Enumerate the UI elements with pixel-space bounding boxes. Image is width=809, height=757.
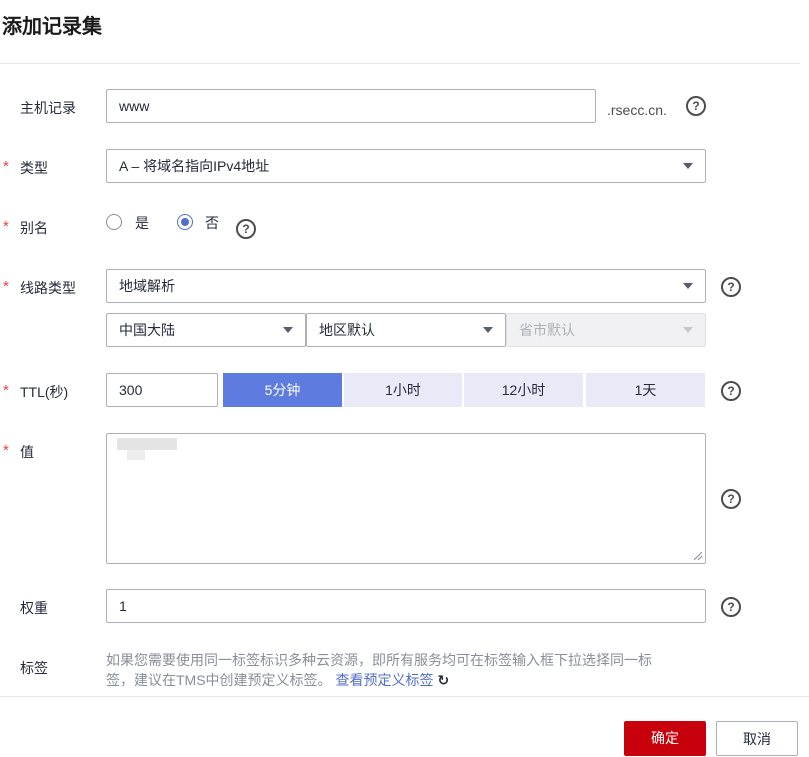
domain-suffix: .rsecc.cn. [607,102,667,118]
redacted-value [127,450,145,460]
required-asterisk-icon: * [3,442,9,459]
required-asterisk-icon: * [3,218,9,235]
area-select[interactable]: 地区默认 [306,313,506,347]
refresh-icon[interactable]: ↻ [437,670,449,690]
alias-no-label[interactable]: 否 [205,213,219,233]
resize-handle-icon[interactable] [694,552,702,560]
cancel-button[interactable]: 取消 [716,721,798,756]
alias-yes-radio[interactable] [106,214,122,230]
tags-description-line2: 签，建议在TMS中创建预定义标签。 查看预定义标签 ↻ [106,670,701,690]
ttl-label: TTL(秒) [20,384,69,400]
host-record-input[interactable]: www [106,89,596,123]
host-record-label: 主机记录 [20,100,76,116]
help-circle-icon[interactable]: ? [721,381,741,401]
tags-description-text: 签，建议在TMS中创建预定义标签。 [106,672,332,688]
alias-yes-label[interactable]: 是 [135,213,149,233]
tags-label: 标签 [20,660,48,676]
view-predefined-tags-link[interactable]: 查看预定义标签 [335,672,433,688]
value-textarea[interactable] [106,433,706,564]
required-asterisk-icon: * [3,158,9,175]
alias-no-radio[interactable] [177,214,193,230]
help-circle-icon[interactable]: ? [236,219,256,239]
line-type-label: 线路类型 [20,280,76,296]
weight-input[interactable]: 1 [106,589,706,623]
ttl-preset-5min[interactable]: 5分钟 [223,373,342,407]
weight-label: 权重 [20,600,48,616]
ttl-preset-12hour[interactable]: 12小时 [464,373,583,407]
record-type-select[interactable]: A – 将域名指向IPv4地址 [106,149,706,183]
help-circle-icon[interactable]: ? [721,597,741,617]
help-circle-icon[interactable]: ? [721,489,741,509]
dialog-title: 添加记录集 [2,16,102,38]
redacted-value [117,438,177,450]
province-select: 省市默认 [506,313,706,347]
alias-label: 别名 [20,220,48,236]
required-asterisk-icon: * [3,382,9,399]
tags-description: 如果您需要使用同一标签标识多种云资源，即所有服务均可在标签输入框下拉选择同一标 … [106,650,701,690]
confirm-button[interactable]: 确定 [624,721,706,756]
help-circle-icon[interactable]: ? [721,277,741,297]
help-circle-icon[interactable]: ? [686,96,706,116]
ttl-input[interactable]: 300 [106,373,218,407]
tags-description-line1: 如果您需要使用同一标签标识多种云资源，即所有服务均可在标签输入框下拉选择同一标 [106,652,652,668]
footer-divider [0,696,809,697]
form-scroll-area[interactable]: 主机记录 www .rsecc.cn. ? * 类型 A – 将域名指向IPv4… [0,64,800,696]
record-type-label: 类型 [20,160,48,176]
required-asterisk-icon: * [3,278,9,295]
value-label: 值 [20,444,34,460]
region-select[interactable]: 中国大陆 [106,313,306,347]
ttl-preset-1hour[interactable]: 1小时 [344,373,462,407]
ttl-preset-1day[interactable]: 1天 [586,373,705,407]
line-type-select[interactable]: 地域解析 [106,269,706,303]
